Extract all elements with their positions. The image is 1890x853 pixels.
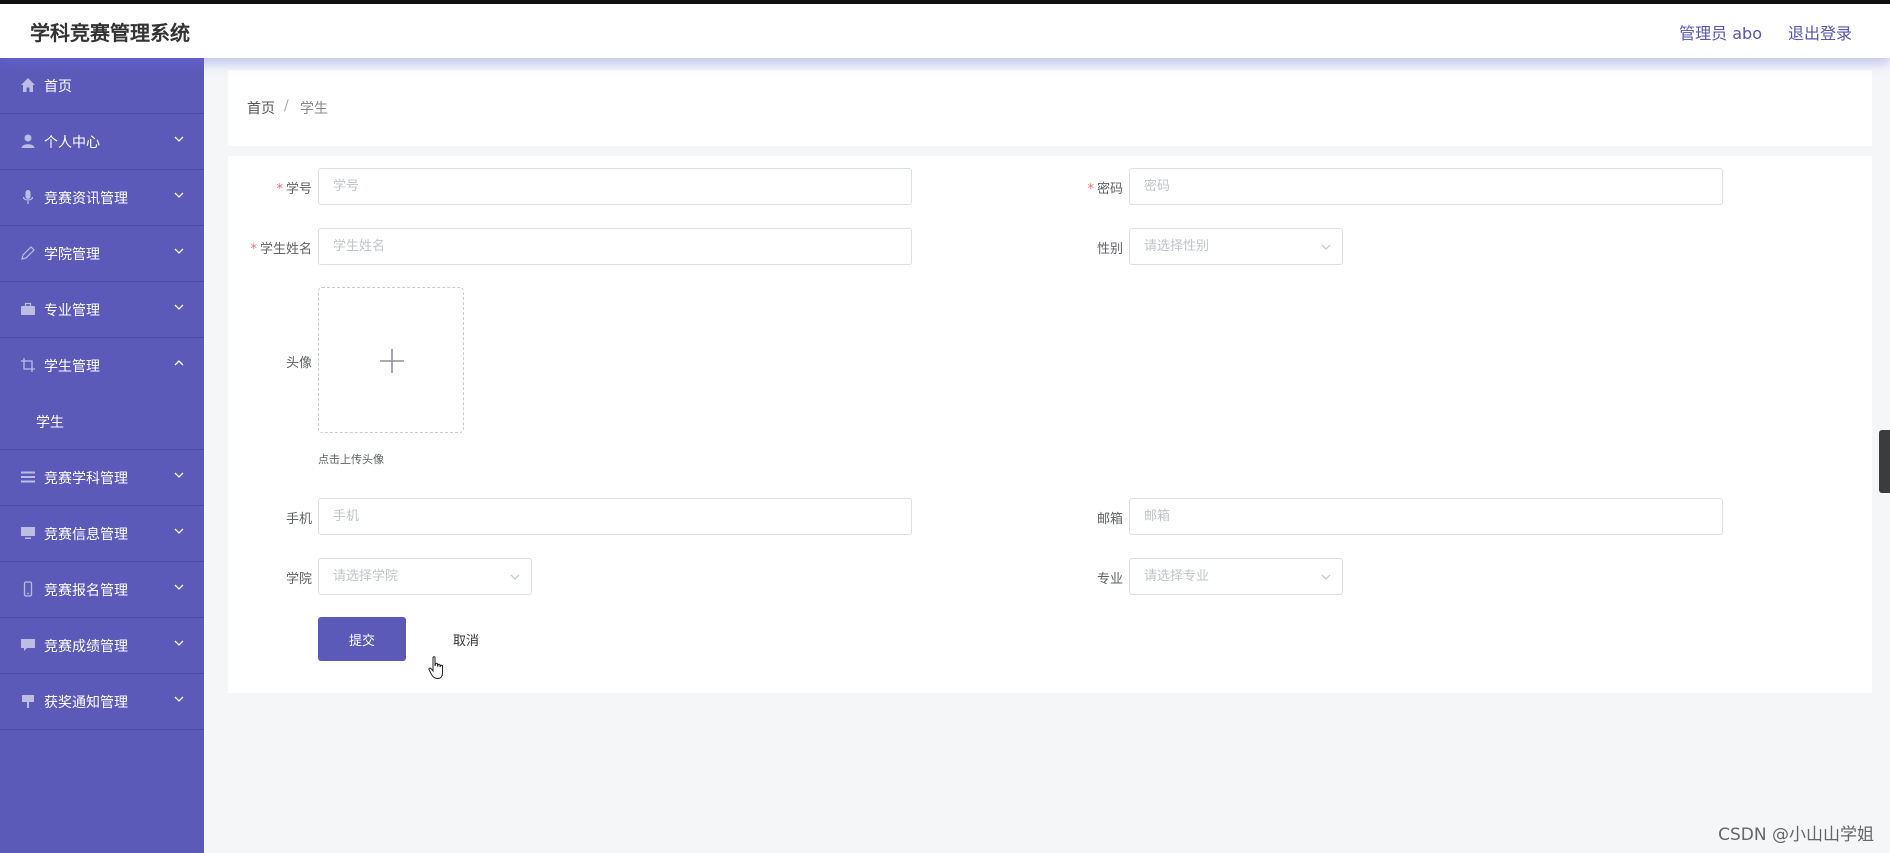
student-name-input[interactable]: 学生姓名 — [318, 228, 912, 265]
breadcrumb-home[interactable]: 首页 — [247, 98, 275, 118]
email-input[interactable]: 邮箱 — [1129, 498, 1723, 535]
sidebar-item-label: 学生管理 — [44, 359, 100, 375]
chevron-down-icon — [174, 696, 184, 702]
major-select[interactable]: 请选择专业 — [1129, 558, 1343, 595]
sidebar: 首页 个人中心 竞赛资讯管理 学院管理 专业管理 学生管理 学生 竞赛学科管理 … — [0, 58, 204, 853]
gender-select-placeholder: 请选择性别 — [1144, 239, 1210, 254]
chevron-down-icon — [174, 248, 184, 254]
sidebar-item-label: 竞赛报名管理 — [44, 583, 128, 599]
password-label: * 密码 — [1087, 182, 1123, 197]
major-label: 专业 — [1096, 572, 1123, 587]
chevron-up-icon — [174, 360, 184, 366]
user-icon — [21, 134, 35, 148]
sidebar-item-student-management[interactable]: 学生管理 — [0, 338, 204, 394]
sidebar-item-label: 获奖通知管理 — [44, 695, 128, 711]
gender-select[interactable]: 请选择性别 — [1129, 228, 1343, 265]
plus-icon — [380, 349, 404, 373]
chevron-down-icon — [174, 584, 184, 590]
student-id-label: * 学号 — [276, 182, 312, 197]
sidebar-item-label: 竞赛成绩管理 — [44, 639, 128, 655]
sidebar-item-label: 首页 — [44, 79, 72, 95]
hand-cursor-icon — [428, 656, 443, 680]
submit-button[interactable]: 提交 — [318, 617, 406, 661]
sidebar-subitem-student[interactable]: 学生 — [0, 394, 204, 450]
college-select[interactable]: 请选择学院 — [318, 558, 532, 595]
avatar-label: 头像 — [285, 356, 312, 371]
monitor-icon — [21, 527, 35, 539]
sidebar-item-profile[interactable]: 个人中心 — [0, 114, 204, 170]
sidebar-item-label: 专业管理 — [44, 303, 100, 319]
breadcrumb: 首页 / 学生 — [228, 70, 1872, 146]
logout-link[interactable]: 退出登录 — [1788, 20, 1852, 44]
scrollbar-handle[interactable] — [1879, 430, 1890, 493]
college-label: 学院 — [285, 572, 312, 587]
required-asterisk: * — [250, 242, 257, 257]
briefcase-icon — [21, 302, 35, 315]
sidebar-item-home[interactable]: 首页 — [0, 58, 204, 114]
message-icon — [21, 639, 35, 651]
microphone-icon — [22, 190, 34, 204]
college-select-placeholder: 请选择学院 — [333, 569, 399, 584]
email-label: 邮箱 — [1096, 512, 1123, 527]
required-asterisk: * — [276, 182, 283, 197]
chevron-down-icon — [174, 472, 184, 478]
phone-input[interactable]: 手机 — [318, 498, 912, 535]
chevron-down-icon — [1321, 244, 1331, 250]
admin-label: 管理员 abo — [1679, 24, 1762, 43]
sidebar-item-scores[interactable]: 竞赛成绩管理 — [0, 618, 204, 674]
chevron-down-icon — [174, 192, 184, 198]
chevron-down-icon — [174, 528, 184, 534]
crop-icon — [21, 358, 35, 372]
sidebar-item-label: 竞赛资讯管理 — [44, 191, 128, 207]
gender-label: 性别 — [1096, 242, 1123, 257]
sidebar-item-registration[interactable]: 竞赛报名管理 — [0, 562, 204, 618]
app-title: 学科竞赛管理系统 — [30, 21, 190, 45]
avatar-upload-hint: 点击上传头像 — [318, 453, 384, 466]
major-select-placeholder: 请选择专业 — [1144, 569, 1210, 584]
student-form: * 学号 学号 * 密码 密码 * 学生姓名 学生姓名 性别 请选择性别 头像 点击上… — [228, 156, 1872, 693]
sidebar-item-awards[interactable]: 获奖通知管理 — [0, 674, 204, 730]
password-input[interactable]: 密码 — [1129, 168, 1723, 205]
sidebar-item-college[interactable]: 学院管理 — [0, 226, 204, 282]
student-name-label: * 学生姓名 — [250, 242, 312, 257]
student-id-input[interactable]: 学号 — [318, 168, 912, 205]
phone-icon — [23, 581, 33, 597]
sidebar-item-major[interactable]: 专业管理 — [0, 282, 204, 338]
required-asterisk: * — [1087, 182, 1094, 197]
sidebar-item-label: 学院管理 — [44, 247, 100, 263]
sidebar-subitem-label: 学生 — [36, 415, 64, 431]
chevron-down-icon — [174, 640, 184, 646]
breadcrumb-current: 学生 — [300, 101, 328, 117]
sidebar-item-competition-info[interactable]: 竞赛信息管理 — [0, 506, 204, 562]
avatar-upload[interactable] — [318, 287, 464, 433]
sidebar-item-label: 竞赛信息管理 — [44, 527, 128, 543]
sign-icon — [22, 695, 34, 708]
sidebar-item-label: 竞赛学科管理 — [44, 471, 128, 487]
sidebar-item-label: 个人中心 — [44, 135, 100, 151]
home-icon — [21, 78, 35, 92]
breadcrumb-separator: / — [284, 98, 289, 114]
sidebar-item-subject[interactable]: 竞赛学科管理 — [0, 450, 204, 506]
chevron-down-icon — [510, 574, 520, 580]
edit-icon — [21, 246, 35, 260]
cancel-button[interactable]: 取消 — [422, 617, 510, 661]
chevron-down-icon — [174, 304, 184, 310]
chevron-down-icon — [1321, 574, 1331, 580]
chevron-down-icon — [174, 136, 184, 142]
phone-label: 手机 — [285, 512, 312, 527]
sidebar-item-news[interactable]: 竞赛资讯管理 — [0, 170, 204, 226]
list-icon — [21, 471, 35, 483]
watermark: CSDN @小山山学姐 — [1718, 825, 1874, 845]
top-bar: 学科竞赛管理系统 管理员 abo 退出登录 — [0, 0, 1890, 58]
